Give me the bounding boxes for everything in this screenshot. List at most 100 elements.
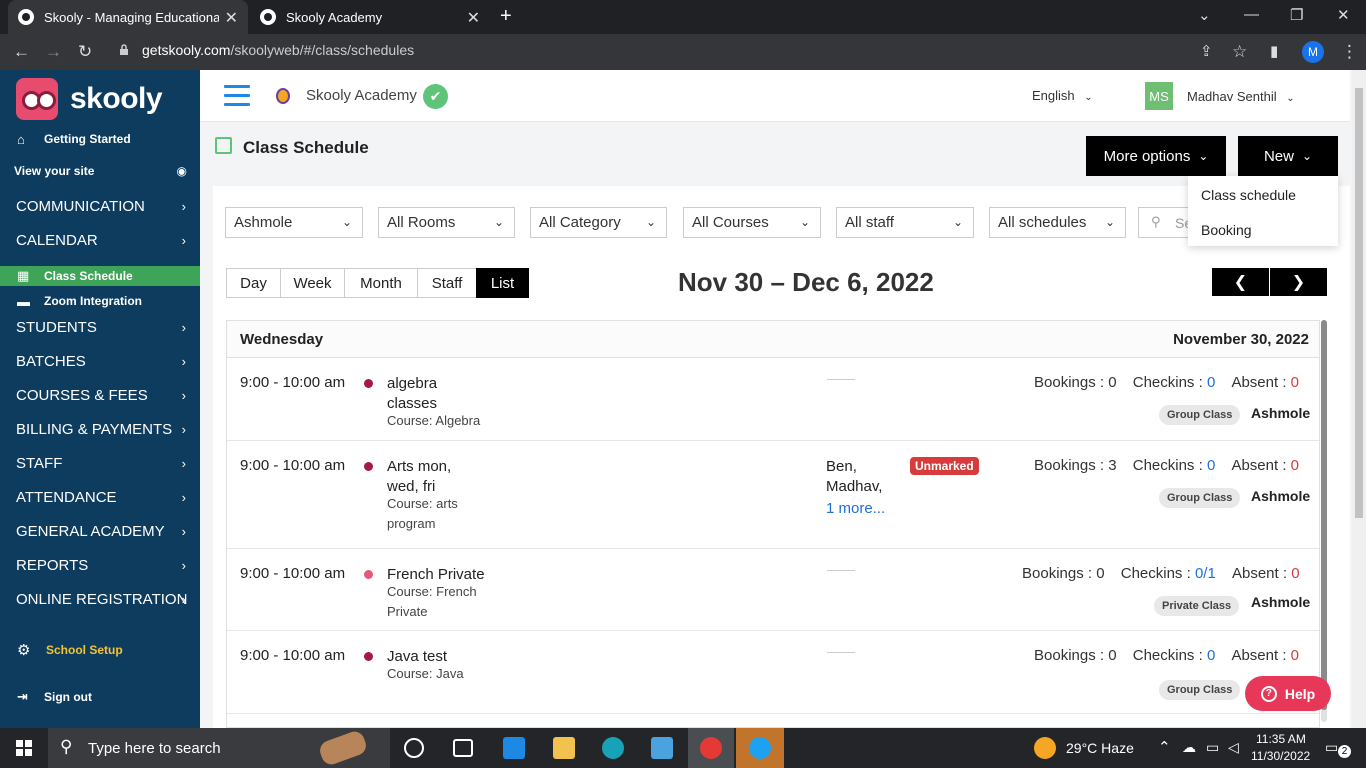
network-icon[interactable]: ☁ — [1182, 739, 1196, 756]
tab-title: Skooly - Managing Educational Ir — [44, 9, 219, 25]
sidebar-item-billing-payments[interactable]: BILLING & PAYMENTS › — [0, 419, 200, 439]
view-list-button[interactable]: List — [476, 268, 529, 298]
schedule-row[interactable]: 9:00 - 10:00 am Arts mon, wed, fri Cours… — [227, 441, 1319, 549]
help-button[interactable]: ? Help — [1245, 676, 1331, 711]
notifications-icon[interactable]: ▭ — [1325, 739, 1338, 756]
window-close-icon[interactable]: ✕ — [1337, 6, 1350, 24]
new-tab-icon[interactable]: + — [500, 5, 512, 28]
file-explorer-icon[interactable] — [553, 737, 575, 759]
courses-filter[interactable]: All Courses ⌄ — [683, 207, 821, 238]
menu-item-class-schedule[interactable]: Class schedule — [1201, 187, 1296, 203]
more-options-button[interactable]: More options ⌄ — [1086, 136, 1226, 176]
sidebar-item-courses-fees[interactable]: COURSES & FEES › — [0, 385, 200, 405]
checkins-count[interactable]: 0/1 — [1195, 565, 1216, 582]
schedule-row[interactable]: 9:00 - 10:00 am French Private Course: F… — [227, 549, 1319, 631]
absent-count[interactable]: 0 — [1291, 647, 1299, 664]
share-icon[interactable]: ⇪ — [1200, 42, 1213, 60]
edge-browser-icon[interactable] — [602, 737, 624, 759]
menu-item-booking[interactable]: Booking — [1201, 222, 1252, 238]
browser-menu-icon[interactable]: ⋮ — [1341, 42, 1358, 62]
sidebar-item-reports[interactable]: REPORTS › — [0, 555, 200, 575]
tab-close-icon[interactable]: ✕ — [225, 8, 238, 28]
sidebar-item-school-setup[interactable]: ⚙ School Setup — [0, 640, 200, 660]
view-month-button[interactable]: Month — [344, 268, 418, 298]
tab-close-icon[interactable]: ✕ — [467, 8, 480, 28]
weather-text[interactable]: 29°C Haze — [1066, 740, 1134, 756]
weather-icon[interactable] — [1034, 737, 1056, 759]
sidebar-item-general-academy[interactable]: GENERAL ACADEMY › — [0, 521, 200, 541]
staff-filter[interactable]: All staff ⌄ — [836, 207, 974, 238]
hamburger-menu-icon[interactable] — [224, 85, 250, 107]
profile-avatar[interactable]: M — [1302, 41, 1324, 63]
bookmark-star-icon[interactable]: ☆ — [1232, 42, 1247, 62]
schedule-row[interactable]: 9:00 - 10:00 am Java test Course: Java B… — [227, 631, 1319, 714]
absent-count[interactable]: 0 — [1291, 457, 1299, 474]
sidebar-item-communication[interactable]: COMMUNICATION › — [0, 196, 200, 216]
rooms-filter[interactable]: All Rooms ⌄ — [378, 207, 515, 238]
absent-count[interactable]: 0 — [1291, 374, 1299, 391]
volume-icon[interactable]: ◁ — [1228, 739, 1239, 756]
page-scrollbar[interactable] — [1352, 70, 1366, 728]
view-day-button[interactable]: Day — [226, 268, 281, 298]
next-week-button[interactable]: ❯ — [1270, 268, 1327, 296]
sidebar-item-online-registration[interactable]: ONLINE REGISTRATION › — [0, 589, 200, 609]
browser-tab-academy[interactable]: Skooly Academy ✕ — [250, 0, 490, 34]
minimize-icon[interactable]: — — [1244, 6, 1259, 23]
maximize-icon[interactable]: ❐ — [1290, 6, 1303, 24]
checkins-count[interactable]: 0 — [1207, 647, 1215, 664]
back-arrow-icon[interactable]: ← — [13, 42, 30, 62]
schedule-row[interactable]: 9:00 - 10:00 am algebra classes Course: … — [227, 358, 1319, 441]
language-selector[interactable]: English ⌄ — [1032, 88, 1093, 103]
browser-tab-skooly[interactable]: Skooly - Managing Educational Ir ✕ — [8, 0, 248, 34]
skype-icon[interactable] — [749, 737, 771, 759]
sidebar-item-calendar[interactable]: CALENDAR › — [0, 230, 200, 250]
new-button[interactable]: New ⌄ — [1238, 136, 1338, 176]
chrome-icon[interactable] — [700, 737, 722, 759]
owl-logo-icon — [16, 78, 58, 120]
list-scrollbar-thumb[interactable] — [1321, 320, 1327, 710]
class-name[interactable]: Arts mon, wed, fri — [387, 457, 477, 497]
location-filter[interactable]: Ashmole ⌄ — [225, 207, 363, 238]
windows-start-icon[interactable] — [16, 740, 32, 756]
mail-icon[interactable] — [651, 737, 673, 759]
class-stats: Bookings : 0 Checkins : 0/1 Absent : 0 — [1022, 565, 1300, 582]
forward-arrow-icon[interactable]: → — [45, 42, 62, 62]
clock-time[interactable]: 11:35 AM — [1256, 732, 1306, 746]
tab-search-chevron-icon[interactable]: ⌄ — [1198, 6, 1211, 24]
chevron-up-icon[interactable]: ⌃ — [1158, 738, 1171, 756]
checkins-count[interactable]: 0 — [1207, 457, 1215, 474]
sidebar-item-sign-out[interactable]: ⇥ Sign out — [0, 687, 200, 707]
user-avatar[interactable]: MS — [1145, 82, 1173, 110]
schedule-list: Wednesday November 30, 2022 9:00 - 10:00… — [226, 320, 1320, 728]
prev-week-button[interactable]: ❮ — [1212, 268, 1269, 296]
clock-date[interactable]: 11/30/2022 — [1251, 749, 1310, 763]
class-name[interactable]: algebra classes — [387, 374, 477, 414]
schedules-filter[interactable]: All schedules ⌄ — [989, 207, 1126, 238]
absent-count[interactable]: 0 — [1291, 565, 1299, 582]
academy-favicon-icon — [260, 9, 276, 25]
sidebar-item-getting-started[interactable]: ⌂ Getting Started — [0, 129, 200, 149]
taskbar-search-box[interactable]: ⚲ Type here to search — [48, 728, 390, 768]
page-scrollbar-thumb[interactable] — [1355, 88, 1363, 518]
sidebar-subitem-zoom-integration[interactable]: ▬ Zoom Integration — [0, 291, 200, 311]
checkins-count[interactable]: 0 — [1207, 374, 1215, 391]
sidebar-item-attendance[interactable]: ATTENDANCE › — [0, 487, 200, 507]
more-staff-link[interactable]: 1 more... — [826, 499, 886, 519]
sidebar-item-students[interactable]: STUDENTS › — [0, 317, 200, 337]
view-staff-button[interactable]: Staff — [417, 268, 477, 298]
skooly-logo[interactable]: skooly — [16, 78, 163, 120]
url-text[interactable]: getskooly.com/skoolyweb/#/class/schedule… — [142, 42, 414, 58]
category-filter[interactable]: All Category ⌄ — [530, 207, 667, 238]
microsoft-store-icon[interactable] — [503, 737, 525, 759]
sidebar-item-staff[interactable]: STAFF › — [0, 453, 200, 473]
cortana-icon[interactable] — [404, 738, 424, 758]
sidebar-subitem-class-schedule[interactable]: ▦ Class Schedule — [0, 266, 200, 286]
sidebar-item-batches[interactable]: BATCHES › — [0, 351, 200, 371]
user-menu[interactable]: Madhav Senthil ⌄ — [1187, 89, 1295, 104]
task-view-icon[interactable] — [453, 739, 473, 757]
view-week-button[interactable]: Week — [280, 268, 345, 298]
battery-icon[interactable]: ▭ — [1206, 739, 1219, 756]
sidebar-item-view-site[interactable]: View your site ◉ — [0, 161, 200, 181]
side-panel-icon[interactable]: ▮ — [1270, 42, 1278, 60]
reload-icon[interactable]: ↻ — [78, 42, 92, 62]
